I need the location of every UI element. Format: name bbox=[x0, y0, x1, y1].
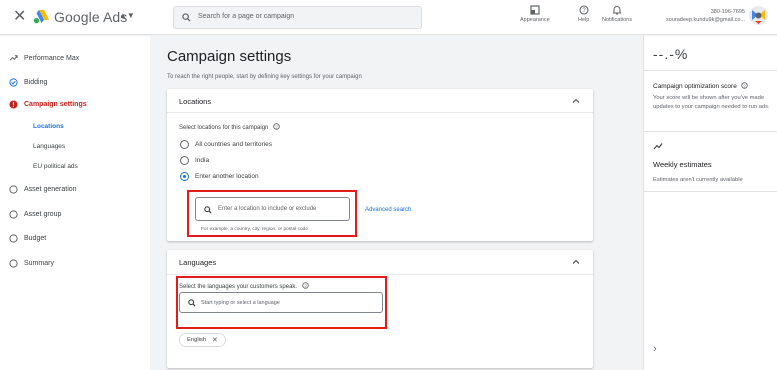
weekly-estimates-title: Weekly estimates bbox=[653, 160, 712, 169]
advanced-search-link[interactable]: Advanced search bbox=[365, 207, 411, 213]
search-input[interactable]: Search for a page or campaign bbox=[173, 6, 422, 29]
sidebar-subitem-eu-political-ads[interactable]: EU political ads bbox=[33, 163, 78, 170]
locations-title: Locations bbox=[179, 97, 212, 106]
sidebar-subitem-locations[interactable]: Locations bbox=[33, 123, 64, 130]
check-circle-icon bbox=[9, 77, 18, 87]
help-icon[interactable]: ? bbox=[273, 123, 280, 130]
sidebar-item-label: Asset group bbox=[24, 210, 62, 218]
sidebar-item-bidding[interactable]: Bidding bbox=[0, 73, 150, 91]
top-bar: ✕ Google Ads ▲▼ Search for a page or cam… bbox=[0, 0, 777, 35]
languages-card: Languages Select the languages your cust… bbox=[167, 250, 593, 368]
svg-text:?: ? bbox=[275, 124, 278, 129]
sidebar-item-asset-group[interactable]: Asset group bbox=[0, 205, 150, 223]
radio-empty-icon bbox=[9, 184, 18, 194]
highlight-box-location bbox=[187, 190, 357, 237]
error-icon bbox=[9, 99, 18, 109]
chevron-up-icon[interactable] bbox=[571, 96, 581, 106]
chevron-right-icon[interactable]: › bbox=[653, 343, 657, 355]
radio-label: All countries and territories bbox=[195, 141, 272, 148]
notifications-label: Notifications bbox=[602, 17, 632, 23]
help-icon: ? bbox=[579, 5, 589, 15]
account-info[interactable]: 380-196-7695 souradeep.kundu9k@gmail.co.… bbox=[650, 8, 745, 24]
sidebar-subitem-languages[interactable]: Languages bbox=[33, 143, 65, 150]
radio-all-countries[interactable]: All countries and territories bbox=[180, 140, 272, 149]
highlight-box-language bbox=[176, 276, 387, 329]
help-button[interactable]: ? Help bbox=[578, 5, 589, 23]
close-icon[interactable]: ✕ bbox=[212, 336, 218, 344]
optimization-score-text: Your score will be shown after you've ma… bbox=[653, 95, 770, 110]
divider bbox=[644, 70, 777, 71]
radio-empty-icon bbox=[9, 233, 18, 243]
language-chip-english[interactable]: English ✕ bbox=[179, 333, 226, 347]
divider bbox=[644, 191, 777, 192]
sidebar-item-budget[interactable]: Budget bbox=[0, 229, 150, 247]
trend-icon bbox=[653, 143, 663, 150]
weekly-estimates-text: Estimates aren't currently available bbox=[653, 177, 743, 183]
sidebar-item-summary[interactable]: Summary bbox=[0, 254, 150, 272]
account-id: 380-196-7695 bbox=[710, 9, 745, 15]
sidebar-item-label: Performance Max bbox=[24, 54, 80, 62]
notifications-button[interactable]: Notifications bbox=[602, 5, 632, 23]
main-content: Campaign settings To reach the right peo… bbox=[150, 36, 640, 370]
bell-icon bbox=[612, 6, 622, 15]
radio-button[interactable] bbox=[180, 156, 189, 165]
radio-empty-icon bbox=[9, 258, 18, 268]
svg-text:?: ? bbox=[743, 83, 746, 88]
optimization-score-value: --.-% bbox=[653, 46, 689, 62]
radio-button-selected[interactable] bbox=[180, 172, 189, 181]
languages-title: Languages bbox=[179, 258, 217, 267]
sidebar-item-label: Budget bbox=[24, 234, 47, 242]
search-icon bbox=[182, 13, 191, 22]
help-label: Help bbox=[578, 17, 590, 23]
avatar[interactable] bbox=[749, 6, 768, 25]
sidebar-item-asset-generation[interactable]: Asset generation bbox=[0, 180, 150, 198]
page-title: Campaign settings bbox=[167, 48, 292, 65]
radio-empty-icon bbox=[9, 209, 18, 219]
radio-india[interactable]: India bbox=[180, 156, 209, 165]
sidebar-item-label: Asset generation bbox=[24, 185, 77, 193]
radio-label: Enter another location bbox=[195, 173, 259, 180]
sidebar-item-label: Bidding bbox=[24, 78, 48, 86]
sidebar-item-label: Campaign settings bbox=[24, 100, 87, 108]
sidebar-item-performance-max[interactable]: Performance Max bbox=[0, 49, 150, 67]
radio-enter-another-location[interactable]: Enter another location bbox=[180, 172, 259, 181]
locations-card: Locations Select locations for this camp… bbox=[167, 89, 593, 241]
locations-prompt-text: Select locations for this campaign bbox=[179, 125, 269, 131]
chip-label: English bbox=[187, 337, 207, 343]
google-ads-logo bbox=[33, 9, 49, 24]
help-icon[interactable]: ? bbox=[740, 82, 748, 89]
languages-card-header[interactable]: Languages bbox=[167, 250, 593, 275]
locations-card-header[interactable]: Locations bbox=[167, 89, 593, 113]
radio-label: India bbox=[195, 157, 210, 164]
divider bbox=[644, 131, 777, 132]
optimization-score-title: Campaign optimization score ? bbox=[653, 82, 748, 90]
radio-button[interactable] bbox=[180, 140, 189, 149]
page-subtitle: To reach the right people, start by defi… bbox=[167, 74, 362, 80]
appearance-label: Appearance bbox=[520, 17, 550, 23]
optimization-score-title-text: Campaign optimization score bbox=[653, 83, 737, 90]
locations-prompt: Select locations for this campaign ? bbox=[179, 123, 280, 131]
brand-name: Google Ads bbox=[54, 9, 128, 25]
sidebar-item-label: Summary bbox=[24, 259, 54, 267]
sidebar-item-campaign-settings[interactable]: Campaign settings bbox=[0, 95, 150, 113]
sidebar: Performance Max Bidding Campaign setting… bbox=[0, 36, 150, 370]
chevron-up-icon[interactable] bbox=[571, 257, 581, 267]
close-icon[interactable]: ✕ bbox=[13, 8, 26, 26]
brand-switcher-icon[interactable]: ▲▼ bbox=[119, 11, 135, 20]
performance-max-icon bbox=[9, 54, 18, 61]
appearance-icon bbox=[530, 5, 540, 15]
account-email: souradeep.kundu9k@gmail.co... bbox=[666, 17, 745, 23]
right-panel: --.-% Campaign optimization score ? Your… bbox=[643, 36, 777, 370]
search-placeholder: Search for a page or campaign bbox=[198, 13, 295, 20]
appearance-button[interactable]: Appearance bbox=[520, 5, 550, 23]
